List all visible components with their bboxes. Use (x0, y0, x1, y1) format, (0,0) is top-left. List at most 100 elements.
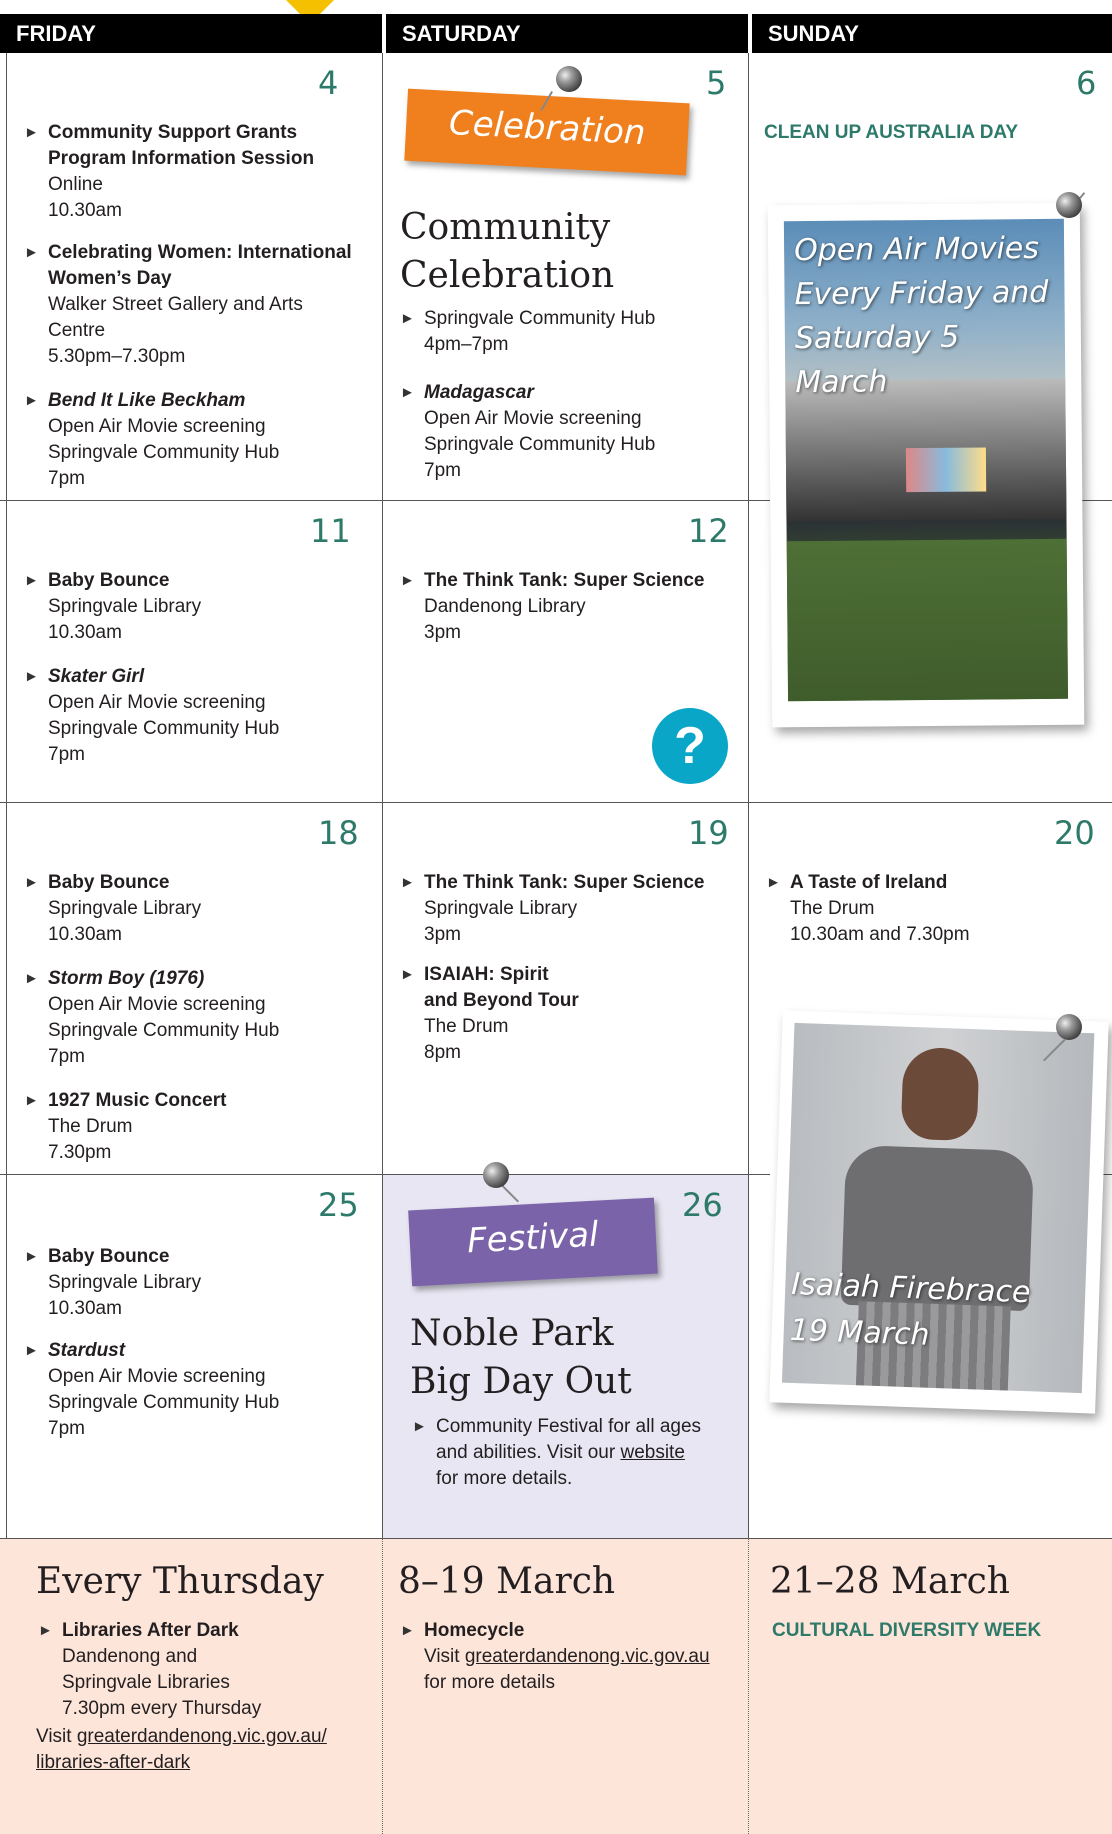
event-detail: Springvale Community Hub (424, 308, 656, 329)
day-number-11: 11 (310, 512, 351, 550)
day-number-26: 26 (682, 1186, 723, 1224)
event-item[interactable]: Stardust Open Air Movie screening Spring… (24, 1338, 378, 1442)
poster-image: Open Air Movies Every Friday and Saturda… (783, 218, 1069, 702)
event-title: Baby Bounce (48, 570, 170, 591)
event-detail: for more details. (436, 1468, 573, 1489)
event-detail: Online (48, 174, 103, 195)
pushpin-icon (1056, 192, 1082, 218)
event-title: Baby Bounce (48, 1246, 170, 1267)
visit-label: Visit (36, 1726, 77, 1747)
homecycle-date-heading: 8–19 March (398, 1561, 616, 1602)
event-item[interactable]: Homecycle Visit greaterdandenong.vic.gov… (400, 1618, 764, 1696)
day-number-12: 12 (688, 512, 729, 550)
event-item[interactable]: ISAIAH: Spirit and Beyond Tour The Drum … (400, 962, 764, 1066)
event-detail: Springvale Community Hub (48, 1392, 280, 1413)
event-detail: Springvale Library (48, 1272, 202, 1293)
event-item[interactable]: The Think Tank: Super Science Springvale… (400, 870, 764, 948)
event-detail: Springvale Community Hub (48, 718, 280, 739)
event-detail: 10.30am (48, 924, 122, 945)
event-detail: Open Air Movie screening (48, 416, 266, 437)
event-detail: 7pm (48, 1046, 85, 1067)
event-item[interactable]: Baby Bounce Springvale Library 10.30am (24, 568, 378, 646)
event-title: Celebrating Women: International Women’s… (48, 242, 352, 289)
event-item[interactable]: Celebrating Women: International Women’s… (24, 240, 358, 370)
event-title: Community Support Grants Program Informa… (48, 122, 315, 169)
cultural-diversity-week: CULTURAL DIVERSITY WEEK (772, 1620, 1042, 1641)
grid-row1 (0, 500, 770, 501)
event-item[interactable]: Springvale Community Hub 4pm–7pm (400, 306, 744, 358)
event-item[interactable]: A Taste of Ireland The Drum 10.30am and … (766, 870, 1112, 948)
event-title: Storm Boy (1976) (48, 968, 205, 989)
event-detail: Open Air Movie screening (48, 1366, 266, 1387)
screen-shape (905, 447, 987, 493)
event-title: A Taste of Ireland (790, 872, 948, 893)
event-title: The Think Tank: Super Science (424, 570, 705, 591)
event-detail: Community Festival for all ages (436, 1416, 702, 1437)
event-detail: 7.30pm every Thursday (62, 1698, 262, 1719)
event-detail: Open Air Movie screening (48, 692, 266, 713)
event-title: and Beyond Tour (424, 990, 579, 1011)
event-item[interactable]: Baby Bounce Springvale Library 10.30am (24, 870, 378, 948)
event-item[interactable]: Bend It Like Beckham Open Air Movie scre… (24, 388, 378, 492)
event-detail: Springvale Library (48, 596, 202, 617)
libraries-after-dark-link-cont[interactable]: libraries-after-dark (36, 1752, 190, 1773)
event-detail: 3pm (424, 924, 461, 945)
day-number-18: 18 (318, 814, 359, 852)
clean-up-australia-day: CLEAN UP AUSTRALIA DAY (764, 122, 1019, 143)
community-celebration-heading: Community Celebration (400, 207, 615, 296)
event-detail: Dandenong Library (424, 596, 586, 617)
event-detail: Springvale Library (48, 898, 202, 919)
grid-row3 (0, 1174, 770, 1175)
event-title: Madagascar (424, 382, 534, 403)
grid-row1-right (1080, 500, 1112, 501)
greaterdandenong-link[interactable]: greaterdandenong.vic.gov.au (465, 1646, 710, 1667)
day-number-19: 19 (688, 814, 729, 852)
isaiah-photo-image: Isaiah Firebrace 19 March (781, 1022, 1095, 1394)
event-item[interactable]: The Think Tank: Super Science Dandenong … (400, 568, 764, 646)
day-number-4: 4 (318, 64, 339, 102)
visit-note: Visit greaterdandenong.vic.gov.au/ libra… (36, 1724, 376, 1776)
event-item[interactable]: Community Support Grants Program Informa… (24, 120, 378, 224)
event-detail: 7pm (48, 1418, 85, 1439)
event-item[interactable]: 1927 Music Concert The Drum 7.30pm (24, 1088, 378, 1166)
event-detail: 5.30pm–7.30pm (48, 346, 186, 367)
event-item[interactable]: Storm Boy (1976) Open Air Movie screenin… (24, 966, 378, 1070)
event-detail: Dandenong and (62, 1646, 198, 1667)
event-detail: The Drum (790, 898, 875, 919)
event-detail: 10.30am and 7.30pm (790, 924, 970, 945)
website-link[interactable]: website (620, 1442, 684, 1463)
event-detail: Walker Street Gallery and Arts Centre (48, 294, 303, 341)
poster-caption: Open Air Movies Every Friday and Saturda… (793, 231, 1049, 401)
isaiah-photo: Isaiah Firebrace 19 March (769, 1010, 1109, 1414)
event-item[interactable]: Madagascar Open Air Movie screening Spri… (400, 380, 744, 484)
question-mark-icon: ? (652, 708, 728, 784)
event-title: Skater Girl (48, 666, 145, 687)
libraries-after-dark-link[interactable]: greaterdandenong.vic.gov.au/ (77, 1726, 327, 1747)
header-sunday: SUNDAY (750, 14, 1112, 53)
event-item[interactable]: Baby Bounce Springvale Library 10.30am (24, 1244, 378, 1322)
day-number-6: 6 (1076, 64, 1097, 102)
photo-caption-name: Isaiah Firebrace (790, 1266, 1032, 1311)
event-detail: and abilities. Visit our (436, 1442, 616, 1463)
event-detail: 10.30am (48, 622, 122, 643)
grid-col1 (382, 53, 383, 1538)
event-detail: Springvale Community Hub (424, 434, 656, 455)
event-title: The Think Tank: Super Science (424, 872, 705, 893)
event-item[interactable]: Libraries After Dark Dandenong and Sprin… (38, 1618, 382, 1722)
noble-park-heading-1: Noble Park (410, 1313, 614, 1354)
footer-divider-1 (382, 1538, 383, 1834)
event-title: Bend It Like Beckham (48, 390, 246, 411)
event-detail: 8pm (424, 1042, 461, 1063)
event-item[interactable]: Community Festival for all ages and abil… (412, 1414, 756, 1492)
grid-left-edge (6, 53, 7, 1538)
event-detail: The Drum (48, 1116, 133, 1137)
event-detail: 7.30pm (48, 1142, 112, 1163)
event-item[interactable]: Skater Girl Open Air Movie screening Spr… (24, 664, 378, 768)
event-title: Homecycle (424, 1620, 525, 1641)
day-number-5: 5 (706, 64, 727, 102)
header-saturday: SATURDAY (384, 14, 748, 53)
photo-caption-date: 19 March (789, 1312, 931, 1353)
event-detail: The Drum (424, 1016, 509, 1037)
event-title: 1927 Music Concert (48, 1090, 227, 1111)
figure-head (900, 1046, 980, 1142)
